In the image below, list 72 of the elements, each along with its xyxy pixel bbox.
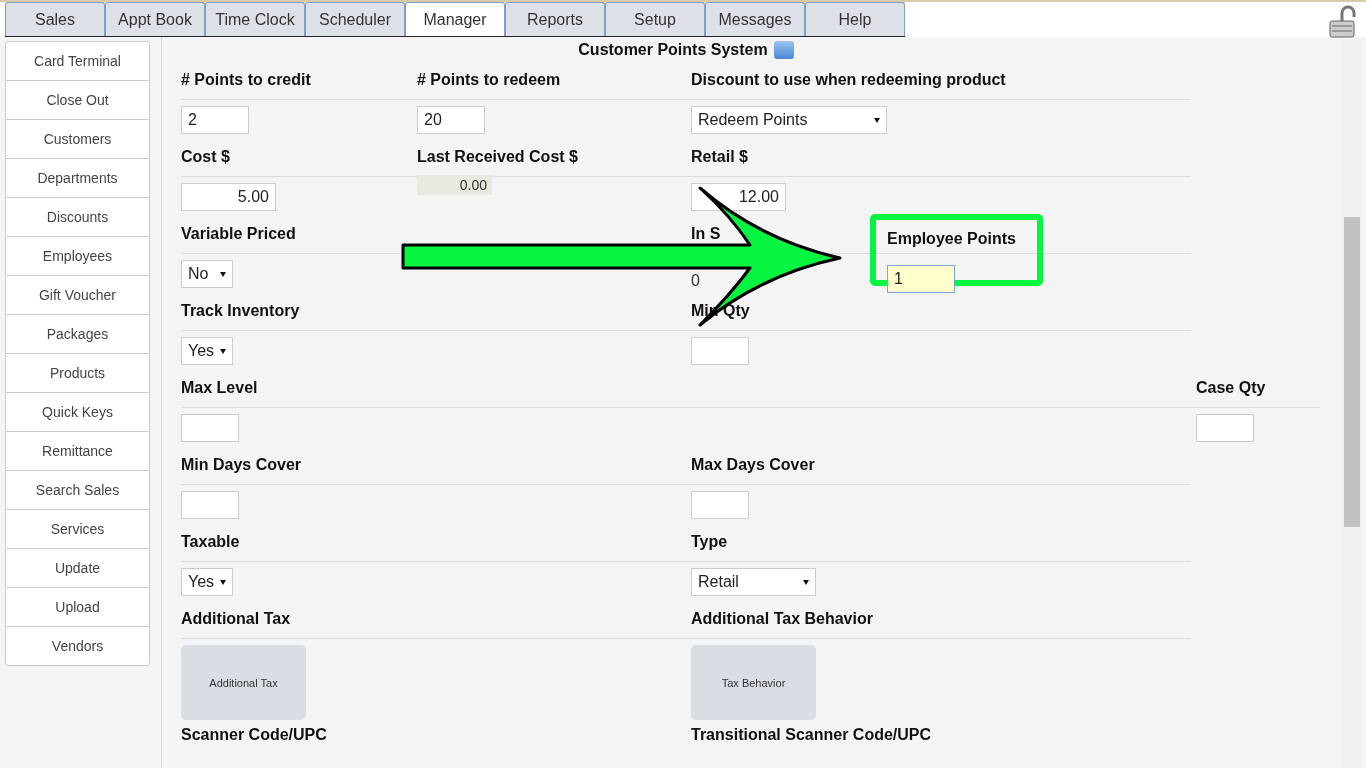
sidebar-item[interactable]: Update xyxy=(6,549,149,588)
dropdown[interactable]: Yes xyxy=(181,568,233,596)
field-label: In S xyxy=(691,224,721,244)
sidebar-item[interactable]: Employees xyxy=(6,237,149,276)
sidebar-item[interactable]: Services xyxy=(6,510,149,549)
tab[interactable]: Manager xyxy=(405,2,505,36)
field-label: Transitional Scanner Code/UPC xyxy=(691,725,932,745)
field-label: # Points to redeem xyxy=(417,70,561,90)
dropdown[interactable]: No xyxy=(181,260,233,288)
sidebar-item[interactable]: Close Out xyxy=(6,81,149,120)
input-field[interactable] xyxy=(1196,414,1254,442)
input-field[interactable] xyxy=(691,337,749,365)
input-field[interactable]: 1 xyxy=(887,265,955,293)
tab[interactable]: Help xyxy=(805,2,905,36)
field-label: Max Level xyxy=(181,378,258,398)
readonly-field: 0.00 xyxy=(417,175,492,195)
sidebar-item[interactable]: Quick Keys xyxy=(6,393,149,432)
dropdown[interactable]: Yes xyxy=(181,337,233,365)
caret-icon xyxy=(220,271,226,277)
tab[interactable]: Reports xyxy=(505,2,605,36)
sidebar-item[interactable]: Packages xyxy=(6,315,149,354)
caret-icon xyxy=(220,348,226,354)
field-label: Min Days Cover xyxy=(181,455,302,475)
field-label: Scanner Code/UPC xyxy=(181,725,327,745)
help-icon[interactable] xyxy=(773,41,794,59)
input-field[interactable]: 12.00 xyxy=(691,183,786,211)
sidebar-item[interactable]: Upload xyxy=(6,588,149,627)
field-label: Additional Tax xyxy=(181,609,291,629)
section-title: Customer Points System xyxy=(578,41,768,59)
input-field[interactable] xyxy=(691,491,749,519)
dropdown[interactable]: Redeem Points xyxy=(691,106,887,134)
sidebar-item[interactable]: Customers xyxy=(6,120,149,159)
field-label: Case Qty xyxy=(1196,378,1266,398)
field-label: Employee Points xyxy=(887,229,1016,249)
sidebar-item[interactable]: Discounts xyxy=(6,198,149,237)
field-label: Additional Tax Behavior xyxy=(691,609,873,629)
form-button[interactable]: Additional Tax xyxy=(181,645,306,720)
field-label: Discount to use when redeeming product xyxy=(691,70,1006,90)
sidebar-item[interactable]: Departments xyxy=(6,159,149,198)
tab[interactable]: Messages xyxy=(705,2,805,36)
tab[interactable]: Scheduler xyxy=(305,2,405,36)
tab[interactable]: Setup xyxy=(605,2,705,36)
input-field[interactable] xyxy=(181,414,239,442)
caret-icon xyxy=(220,579,226,585)
input-field[interactable]: 20 xyxy=(417,106,485,134)
tab[interactable]: Appt Book xyxy=(105,2,205,36)
field-label: Track Inventory xyxy=(181,301,300,321)
field-value: 0 xyxy=(691,272,700,290)
field-label: # Points to credit xyxy=(181,70,311,90)
sidebar-item[interactable]: Vendors xyxy=(6,627,149,665)
scroll-thumb[interactable] xyxy=(1344,217,1360,527)
sidebar-item[interactable]: Remittance xyxy=(6,432,149,471)
field-label: Cost $ xyxy=(181,147,230,167)
caret-icon xyxy=(874,117,880,123)
dropdown[interactable]: Retail xyxy=(691,568,816,596)
input-field[interactable] xyxy=(181,491,239,519)
tab[interactable]: Sales xyxy=(5,2,105,36)
sidebar-item[interactable]: Search Sales xyxy=(6,471,149,510)
tab[interactable]: Time Clock xyxy=(205,2,305,36)
caret-icon xyxy=(803,579,809,585)
field-label: Retail $ xyxy=(691,147,748,167)
field-label: Max Days Cover xyxy=(691,455,815,475)
field-label: Variable Priced xyxy=(181,224,296,244)
sidebar-item[interactable]: Card Terminal xyxy=(6,42,149,81)
input-field[interactable]: 2 xyxy=(181,106,249,134)
field-label: Taxable xyxy=(181,532,240,552)
sidebar-item[interactable]: Gift Voucher xyxy=(6,276,149,315)
form-button[interactable]: Tax Behavior xyxy=(691,645,816,720)
input-field[interactable]: 5.00 xyxy=(181,183,276,211)
field-label: Last Received Cost $ xyxy=(417,147,578,167)
sidebar-item[interactable]: Products xyxy=(6,354,149,393)
field-label: Type xyxy=(691,532,728,552)
